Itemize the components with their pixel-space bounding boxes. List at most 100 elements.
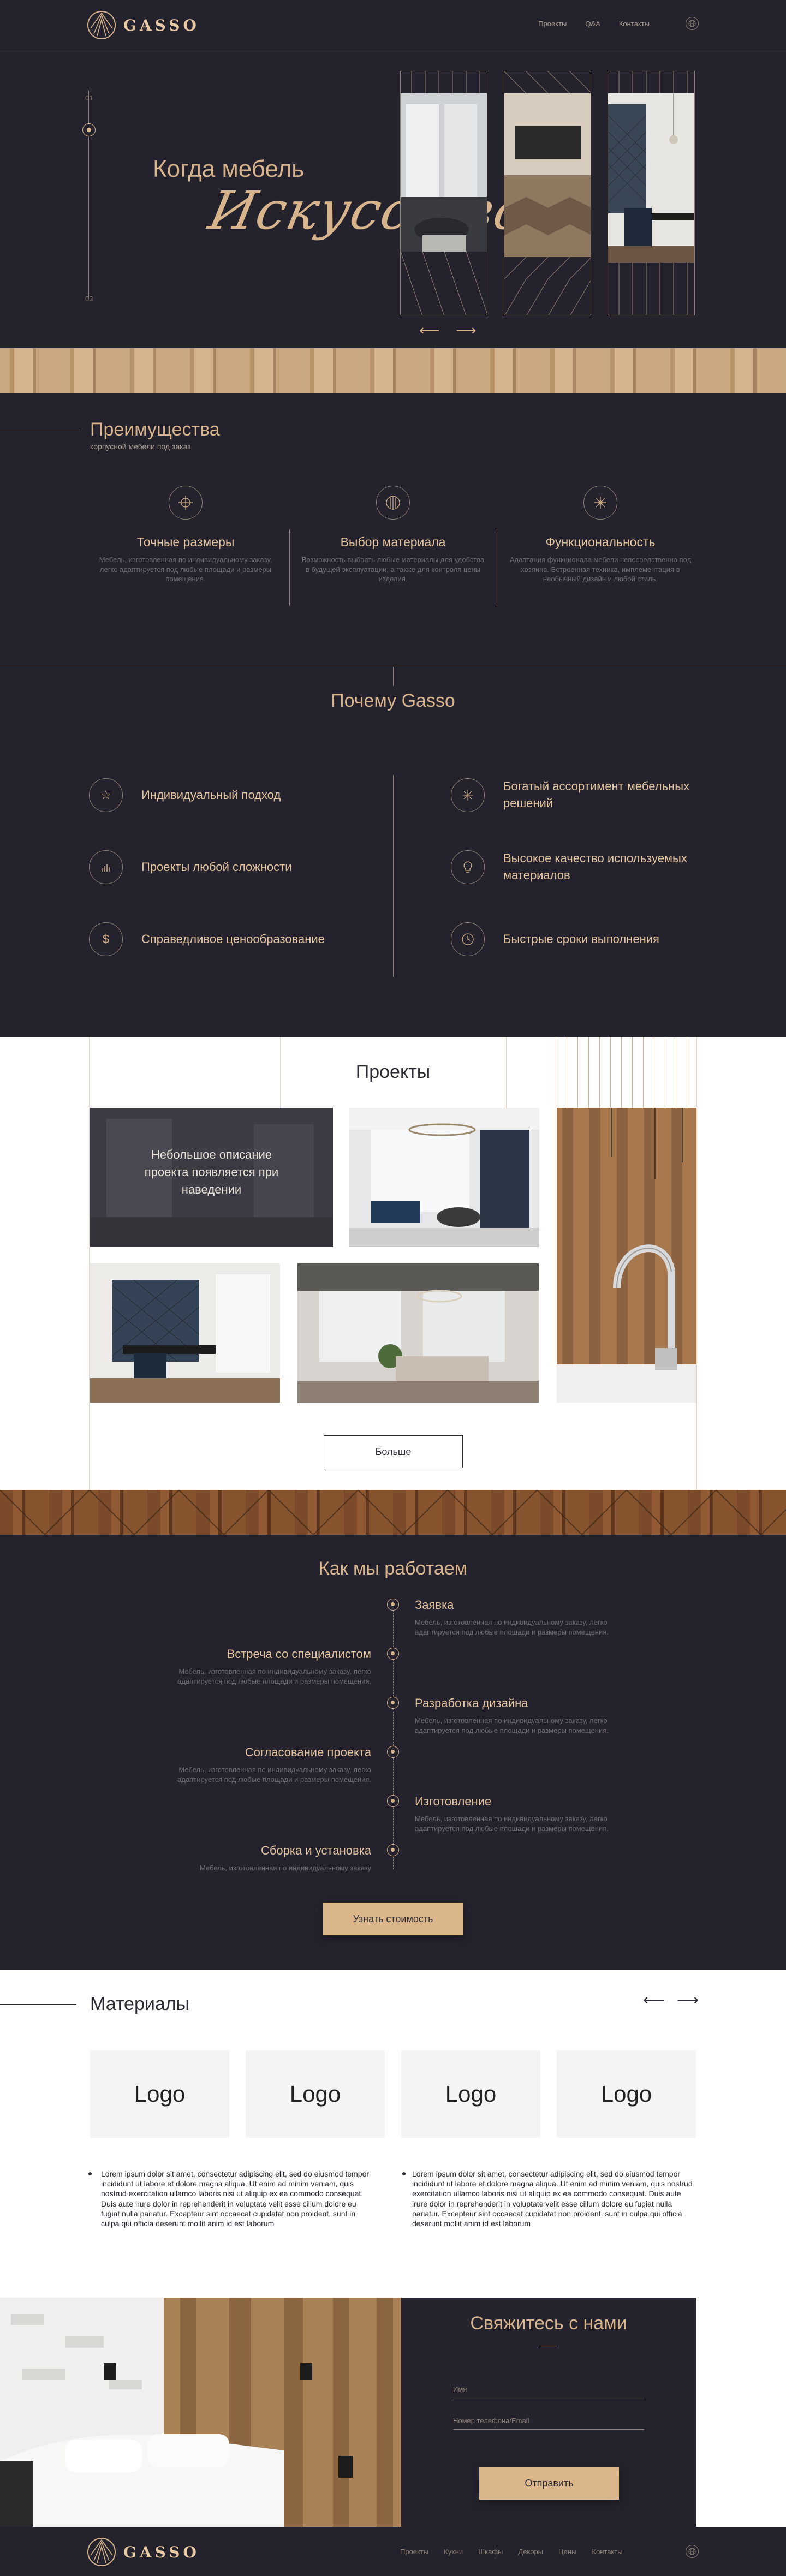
main-nav: Проекты Q&A Контакты bbox=[538, 20, 650, 28]
arrow-left-icon[interactable]: ⟵ bbox=[419, 322, 439, 339]
wood-texture-band bbox=[0, 348, 786, 393]
sparkle-icon bbox=[583, 486, 617, 520]
arrow-right-icon[interactable]: ⟶ bbox=[677, 1991, 699, 2009]
arrow-right-icon[interactable]: ⟶ bbox=[456, 322, 476, 339]
language-globe-icon[interactable] bbox=[686, 17, 699, 30]
guide-line bbox=[89, 1037, 90, 1490]
why-item: Богатый ассортимент мебельных решений bbox=[451, 778, 707, 812]
advantages-title: Преимущества bbox=[90, 419, 220, 440]
partner-logo[interactable]: Logo bbox=[246, 2050, 385, 2138]
guide-line bbox=[696, 1037, 697, 1490]
get-price-button[interactable]: Узнать стоимость bbox=[323, 1903, 463, 1935]
nav-projects[interactable]: Проекты bbox=[538, 20, 567, 28]
projects-title: Проекты bbox=[355, 1062, 431, 1082]
step-title: Разработка дизайна bbox=[415, 1696, 528, 1710]
nav-qa[interactable]: Q&A bbox=[585, 20, 600, 28]
how-title: Как мы работаем bbox=[318, 1558, 468, 1579]
advantage-card: Функциональность Адаптация функционала м… bbox=[497, 486, 704, 584]
footer-logo[interactable]: GASSO bbox=[87, 2538, 200, 2566]
materials-arrows: ⟵ ⟶ bbox=[643, 1991, 699, 2009]
why-text: Высокое качество используемых материалов bbox=[503, 851, 687, 882]
bedroom-photo bbox=[0, 2298, 401, 2527]
wood-texture-band bbox=[0, 1490, 786, 1535]
footer-link-prices[interactable]: Цены bbox=[558, 2548, 576, 2556]
partner-logo[interactable]: Logo bbox=[90, 2050, 229, 2138]
hero-photo-3 bbox=[608, 71, 695, 315]
project-tile[interactable] bbox=[297, 1263, 539, 1403]
step-text: Мебель, изготовленная по индивидуальному… bbox=[415, 1618, 609, 1636]
section-accent-line bbox=[0, 2004, 76, 2005]
step-title: Согласование проекта bbox=[245, 1745, 371, 1759]
advantage-text: Возможность выбрать любые материалы для … bbox=[301, 556, 485, 583]
why-item: ☆ Индивидуальный подход bbox=[89, 778, 281, 812]
project-hover-text: Небольшое описание проекта появляется пр… bbox=[144, 1148, 279, 1196]
advantage-title: Точные размеры bbox=[136, 535, 235, 549]
partner-logo[interactable]: Logo bbox=[557, 2050, 696, 2138]
submit-button[interactable]: Отправить bbox=[479, 2467, 619, 2500]
why-item: Высокое качество используемых материалов bbox=[451, 850, 707, 884]
star-icon: ☆ bbox=[89, 778, 123, 812]
advantage-title: Функциональность bbox=[545, 535, 656, 549]
bullet bbox=[88, 2172, 92, 2175]
advantage-text: Адаптация функционала мебели непосредств… bbox=[509, 556, 692, 583]
step-title: Изготовление bbox=[415, 1794, 492, 1808]
timeline-dot bbox=[387, 1746, 399, 1758]
arrow-left-icon[interactable]: ⟵ bbox=[643, 1991, 665, 2009]
footer-link-contacts[interactable]: Контакты bbox=[592, 2548, 622, 2556]
footer-link-decor[interactable]: Декоры bbox=[518, 2548, 543, 2556]
advantage-card: Выбор материала Возможность выбрать любы… bbox=[289, 486, 497, 584]
why-item: Быстрые сроки выполнения bbox=[451, 922, 707, 956]
partner-logo[interactable]: Logo bbox=[401, 2050, 540, 2138]
footer-link-wardrobes[interactable]: Шкафы bbox=[478, 2548, 503, 2556]
divider bbox=[393, 667, 394, 686]
bullet bbox=[402, 2172, 406, 2175]
slider-track bbox=[88, 91, 89, 298]
why-item: $ Справедливое ценообразование bbox=[89, 922, 325, 956]
step-title: Заявка bbox=[415, 1598, 454, 1612]
step-title: Встреча со специалистом bbox=[227, 1647, 371, 1661]
footer-link-kitchens[interactable]: Кухни bbox=[444, 2548, 463, 2556]
timeline-dot bbox=[387, 1697, 399, 1709]
why-text: Индивидуальный подход bbox=[141, 788, 281, 802]
hero-photo-2 bbox=[504, 71, 591, 315]
why-item: Проекты любой сложности bbox=[89, 850, 292, 884]
slider-handle[interactable] bbox=[82, 123, 96, 136]
clock-icon bbox=[451, 922, 485, 956]
why-text: Быстрые сроки выполнения bbox=[503, 932, 659, 946]
project-tile[interactable] bbox=[349, 1108, 539, 1247]
timeline-dot bbox=[387, 1599, 399, 1611]
brand-name: GASSO bbox=[123, 2543, 200, 2561]
sparkle-icon bbox=[451, 778, 485, 812]
brand-name: GASSO bbox=[123, 16, 200, 34]
why-text: Справедливое ценообразование bbox=[141, 932, 325, 946]
name-input[interactable]: Имя bbox=[453, 2385, 644, 2398]
header-logo[interactable]: GASSO bbox=[87, 11, 200, 39]
material-description: Lorem ipsum dolor sit amet, consectetur … bbox=[101, 2169, 370, 2228]
timeline-dot bbox=[387, 1648, 399, 1660]
step-title: Сборка и установка bbox=[260, 1844, 371, 1857]
advantage-card: Точные размеры Мебель, изготовленная по … bbox=[82, 486, 289, 584]
footer-link-projects[interactable]: Проекты bbox=[400, 2548, 428, 2556]
bars-icon bbox=[89, 850, 123, 884]
advantage-text: Мебель, изготовленная по индивидуальному… bbox=[99, 556, 272, 583]
divider bbox=[393, 775, 394, 977]
step-text: Мебель, изготовленная по индивидуальному… bbox=[199, 1864, 371, 1872]
footer-nav: Проекты Кухни Шкафы Декоры Цены Контакты bbox=[400, 2548, 623, 2556]
logo-mark-icon bbox=[87, 2538, 116, 2566]
language-globe-icon[interactable] bbox=[686, 2545, 699, 2558]
hero-arrows: ⟵ ⟶ bbox=[419, 322, 477, 339]
project-tile[interactable] bbox=[557, 1108, 696, 1403]
project-tile[interactable]: Небольшое описание проекта появляется пр… bbox=[90, 1108, 333, 1247]
page: GASSO Проекты Q&A Контакты 01 03 Когда м… bbox=[0, 0, 786, 2576]
crosshair-icon bbox=[169, 486, 203, 520]
project-tile[interactable] bbox=[90, 1263, 280, 1403]
more-projects-button[interactable]: Больше bbox=[324, 1435, 463, 1468]
materials-title: Материалы bbox=[90, 1994, 190, 2014]
slide-start-number: 01 bbox=[85, 94, 93, 102]
nav-contacts[interactable]: Контакты bbox=[619, 20, 650, 28]
step-text: Мебель, изготовленная по индивидуальному… bbox=[415, 1716, 609, 1734]
dollar-icon: $ bbox=[89, 922, 123, 956]
contact-title: Свяжитесь с нами bbox=[470, 2313, 627, 2334]
bulb-icon bbox=[451, 850, 485, 884]
contact-input[interactable]: Номер телефона/Email bbox=[453, 2417, 644, 2430]
